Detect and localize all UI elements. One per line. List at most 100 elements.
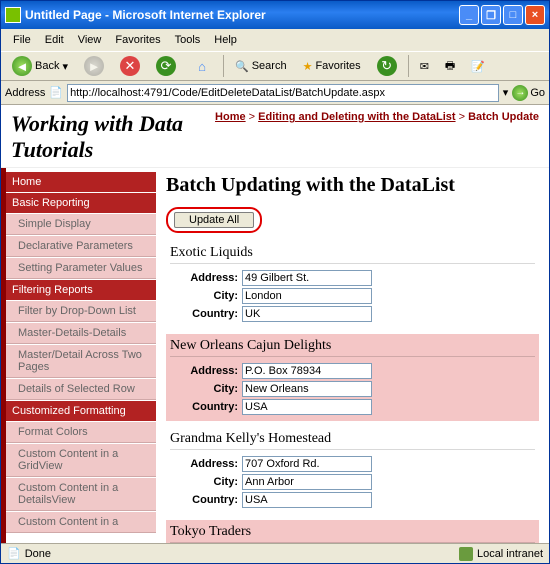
page-header: Working with Data Tutorials Home > Editi…: [1, 105, 549, 168]
supplier-block: Grandma Kelly's HomesteadAddress:City:Co…: [166, 427, 539, 514]
menu-help[interactable]: Help: [208, 32, 243, 48]
nav-item[interactable]: Simple Display: [6, 214, 156, 235]
zone-text: Local intranet: [477, 548, 543, 560]
refresh-button[interactable]: ⟳: [149, 53, 183, 79]
address-input[interactable]: [242, 456, 372, 472]
address-dropdown[interactable]: ▾: [503, 86, 509, 99]
favorites-button[interactable]: ★Favorites: [296, 57, 368, 76]
menu-edit[interactable]: Edit: [39, 32, 70, 48]
nav-header[interactable]: Customized Formatting: [6, 401, 156, 421]
update-highlight: Update All: [166, 207, 262, 233]
country-label: Country:: [170, 494, 242, 506]
window-title: Untitled Page - Microsoft Internet Explo…: [25, 8, 459, 22]
go-button[interactable]: →Go: [512, 85, 545, 101]
favorites-label: Favorites: [315, 60, 360, 72]
search-label: Search: [252, 60, 287, 72]
menu-bar: File Edit View Favorites Tools Help: [1, 29, 549, 51]
done-icon: 📄: [7, 547, 21, 560]
edit-button[interactable]: 📝: [464, 57, 492, 76]
breadcrumb-current: Batch Update: [468, 111, 539, 123]
forward-icon: ►: [84, 56, 104, 76]
window-titlebar: Untitled Page - Microsoft Internet Explo…: [1, 1, 549, 29]
status-left: 📄 Done: [7, 547, 459, 560]
ie-icon: [5, 7, 21, 23]
separator: [223, 55, 224, 77]
nav-item[interactable]: Master/Detail Across Two Pages: [6, 345, 156, 378]
home-button[interactable]: ⌂: [185, 53, 219, 79]
nav-item[interactable]: Setting Parameter Values: [6, 258, 156, 279]
back-icon: ◄: [12, 56, 32, 76]
nav-header[interactable]: Home: [6, 172, 156, 192]
close-button[interactable]: ×: [525, 5, 545, 25]
nav-header[interactable]: Basic Reporting: [6, 193, 156, 213]
restore-button[interactable]: ❐: [481, 5, 501, 25]
address-bar: Address 📄 ▾ →Go: [1, 81, 549, 105]
supplier-block: Exotic LiquidsAddress:City:Country:: [166, 241, 539, 328]
minimize-button[interactable]: _: [459, 5, 479, 25]
menu-tools[interactable]: Tools: [169, 32, 207, 48]
search-icon: 🔍: [235, 60, 249, 73]
menu-file[interactable]: File: [7, 32, 37, 48]
address-label: Address:: [170, 365, 242, 377]
nav-item[interactable]: Details of Selected Row: [6, 379, 156, 400]
breadcrumb-home[interactable]: Home: [215, 111, 246, 123]
country-input[interactable]: [242, 399, 372, 415]
nav-item[interactable]: Format Colors: [6, 422, 156, 443]
status-right: Local intranet: [459, 547, 543, 561]
print-button[interactable]: 🖶: [438, 54, 462, 79]
nav-item[interactable]: Declarative Parameters: [6, 236, 156, 257]
city-label: City:: [170, 290, 242, 302]
history-icon: ↻: [377, 56, 397, 76]
menu-view[interactable]: View: [72, 32, 108, 48]
mail-icon: ✉: [420, 60, 429, 73]
history-button[interactable]: ↻: [370, 53, 404, 79]
maximize-button[interactable]: □: [503, 5, 523, 25]
country-input[interactable]: [242, 306, 372, 322]
country-input[interactable]: [242, 492, 372, 508]
city-input[interactable]: [242, 474, 372, 490]
breadcrumb: Home > Editing and Deleting with the Dat…: [215, 111, 539, 163]
supplier-name: Grandma Kelly's Homestead: [170, 431, 535, 450]
city-label: City:: [170, 383, 242, 395]
status-bar: 📄 Done Local intranet: [1, 543, 549, 563]
nav-item[interactable]: Custom Content in a: [6, 512, 156, 533]
back-button[interactable]: ◄Back ▾: [5, 53, 75, 79]
supplier-list: Exotic LiquidsAddress:City:Country:New O…: [166, 241, 539, 543]
address-input[interactable]: [242, 363, 372, 379]
country-label: Country:: [170, 401, 242, 413]
country-label: Country:: [170, 308, 242, 320]
city-input[interactable]: [242, 381, 372, 397]
home-icon: ⌂: [192, 56, 212, 76]
address-input[interactable]: [67, 84, 499, 102]
refresh-icon: ⟳: [156, 56, 176, 76]
go-label: Go: [530, 87, 545, 99]
mail-button[interactable]: ✉: [413, 57, 436, 76]
toolbar: ◄Back ▾ ► ✕ ⟳ ⌂ 🔍Search ★Favorites ↻ ✉ 🖶…: [1, 51, 549, 81]
breadcrumb-section[interactable]: Editing and Deleting with the DataList: [258, 111, 455, 123]
stop-icon: ✕: [120, 56, 140, 76]
address-input[interactable]: [242, 270, 372, 286]
window-controls: _ ❐ □ ×: [459, 5, 545, 25]
address-label: Address:: [170, 272, 242, 284]
forward-button[interactable]: ►: [77, 53, 111, 79]
menu-favorites[interactable]: Favorites: [109, 32, 166, 48]
site-title: Working with Data Tutorials: [11, 111, 215, 163]
separator: [408, 55, 409, 77]
nav-header[interactable]: Filtering Reports: [6, 280, 156, 300]
nav-item[interactable]: Filter by Drop-Down List: [6, 301, 156, 322]
status-text: Done: [25, 548, 51, 560]
edit-icon: 📝: [471, 60, 485, 73]
address-label: Address: [5, 87, 45, 99]
nav-item[interactable]: Custom Content in a DetailsView: [6, 478, 156, 511]
city-input[interactable]: [242, 288, 372, 304]
main-content: Batch Updating with the DataList Update …: [156, 168, 549, 543]
supplier-name: New Orleans Cajun Delights: [170, 338, 535, 357]
star-icon: ★: [303, 60, 313, 73]
nav-item[interactable]: Master-Details-Details: [6, 323, 156, 344]
go-icon: →: [512, 85, 528, 101]
nav-item[interactable]: Custom Content in a GridView: [6, 444, 156, 477]
back-label: Back: [35, 60, 59, 72]
search-button[interactable]: 🔍Search: [228, 57, 294, 76]
update-all-button[interactable]: Update All: [174, 212, 254, 228]
stop-button[interactable]: ✕: [113, 53, 147, 79]
